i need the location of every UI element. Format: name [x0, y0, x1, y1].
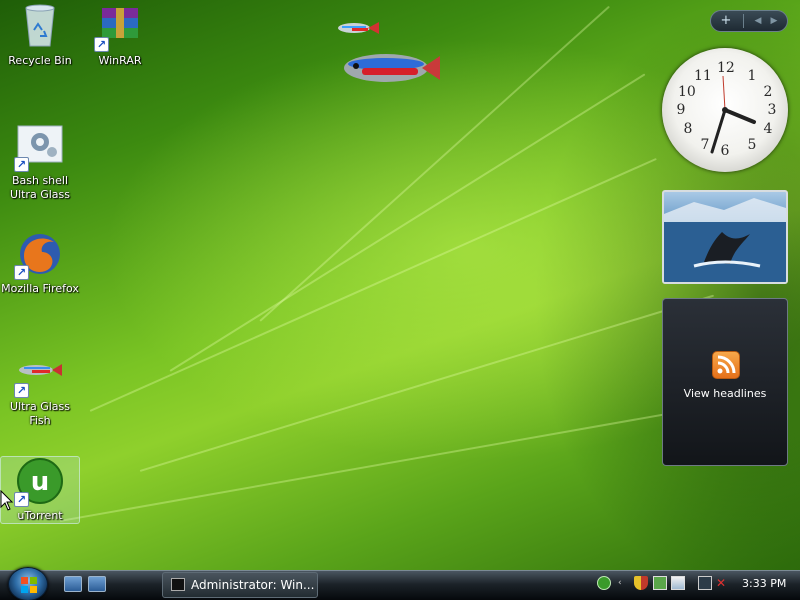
chevron-tray-icon[interactable]: ‹	[618, 576, 632, 590]
tray-app-icon[interactable]	[653, 576, 667, 590]
small-fish[interactable]	[336, 20, 380, 40]
clock-hands	[710, 75, 756, 154]
mouse-cursor	[0, 489, 14, 516]
svg-text:u: u	[31, 467, 50, 497]
desktop-icon-bash-shell[interactable]: ↗ Bash shell Ultra Glass	[0, 122, 80, 202]
rss-icon	[712, 351, 740, 379]
next-gadget-button[interactable]: ▶	[766, 12, 782, 30]
firefox-icon: ↗	[14, 230, 64, 280]
utorrent-tray-icon[interactable]	[597, 576, 611, 590]
wallpaper-streak	[59, 401, 730, 522]
shortcut-arrow-icon: ↗	[94, 37, 109, 52]
windows-logo-icon	[21, 577, 37, 593]
whale-tail-photo	[664, 198, 786, 282]
desktop-icon-firefox[interactable]: ↗ Mozilla Firefox	[0, 230, 80, 296]
view-headlines-link[interactable]: View headlines	[663, 387, 787, 400]
sidebar-controls: + ◀ ▶	[710, 10, 788, 32]
desktop-icon-recycle-bin[interactable]: Recycle Bin	[0, 2, 80, 68]
divider	[743, 14, 744, 28]
switch-windows-icon[interactable]	[88, 576, 106, 592]
shortcut-arrow-icon: ↗	[14, 492, 29, 507]
clock-gadget[interactable]: 12 1 2 3 4 5 6 7 8 9 10 11	[662, 48, 788, 172]
large-fish[interactable]	[342, 48, 442, 92]
desktop-icon-label: Recycle Bin	[8, 54, 72, 67]
desktop-icon-winrar[interactable]: ↗ WinRAR	[80, 2, 160, 68]
previous-gadget-button[interactable]: ◀	[750, 12, 766, 30]
desktop-icon-ultra-glass-fish[interactable]: ↗ Ultra Glass Fish	[0, 348, 80, 428]
shortcut-arrow-icon: ↗	[14, 383, 29, 398]
desktop-icon-label: Bash shell Ultra Glass	[10, 174, 70, 201]
desktop[interactable]: Recycle Bin ↗ WinRAR ↗ Bash shell Ultra …	[0, 0, 800, 570]
wallpaper-streak	[139, 294, 715, 472]
feed-headlines-gadget[interactable]: View headlines	[662, 298, 788, 466]
tray-app-icon[interactable]	[671, 576, 685, 590]
taskbar-clock[interactable]: 3:33 PM	[742, 577, 786, 590]
gear-shortcut-icon: ↗	[14, 122, 64, 172]
add-gadget-button[interactable]: +	[715, 12, 737, 30]
wallpaper-streak	[169, 73, 646, 372]
volume-muted-icon[interactable]: ✕	[716, 576, 730, 590]
utorrent-icon: u ↗	[14, 457, 64, 507]
network-icon[interactable]	[698, 576, 712, 590]
winrar-icon: ↗	[94, 2, 144, 52]
wallpaper-streak	[89, 157, 657, 412]
recycle-bin-icon	[16, 2, 64, 50]
desktop-icon-label: Mozilla Firefox	[1, 282, 79, 295]
taskbar-button-label: Administrator: Win...	[191, 578, 315, 592]
taskbar-button-command-prompt[interactable]: Administrator: Win...	[162, 572, 318, 598]
start-button[interactable]	[8, 567, 48, 600]
slideshow-gadget[interactable]	[662, 190, 788, 284]
show-desktop-icon[interactable]	[64, 576, 82, 592]
desktop-icon-label: Ultra Glass Fish	[10, 400, 70, 427]
shortcut-arrow-icon: ↗	[14, 157, 29, 172]
security-shield-icon[interactable]	[634, 576, 648, 590]
shortcut-arrow-icon: ↗	[14, 265, 29, 280]
command-prompt-icon	[171, 578, 185, 591]
desktop-icon-label: WinRAR	[98, 54, 142, 67]
fish-icon: ↗	[14, 348, 64, 398]
